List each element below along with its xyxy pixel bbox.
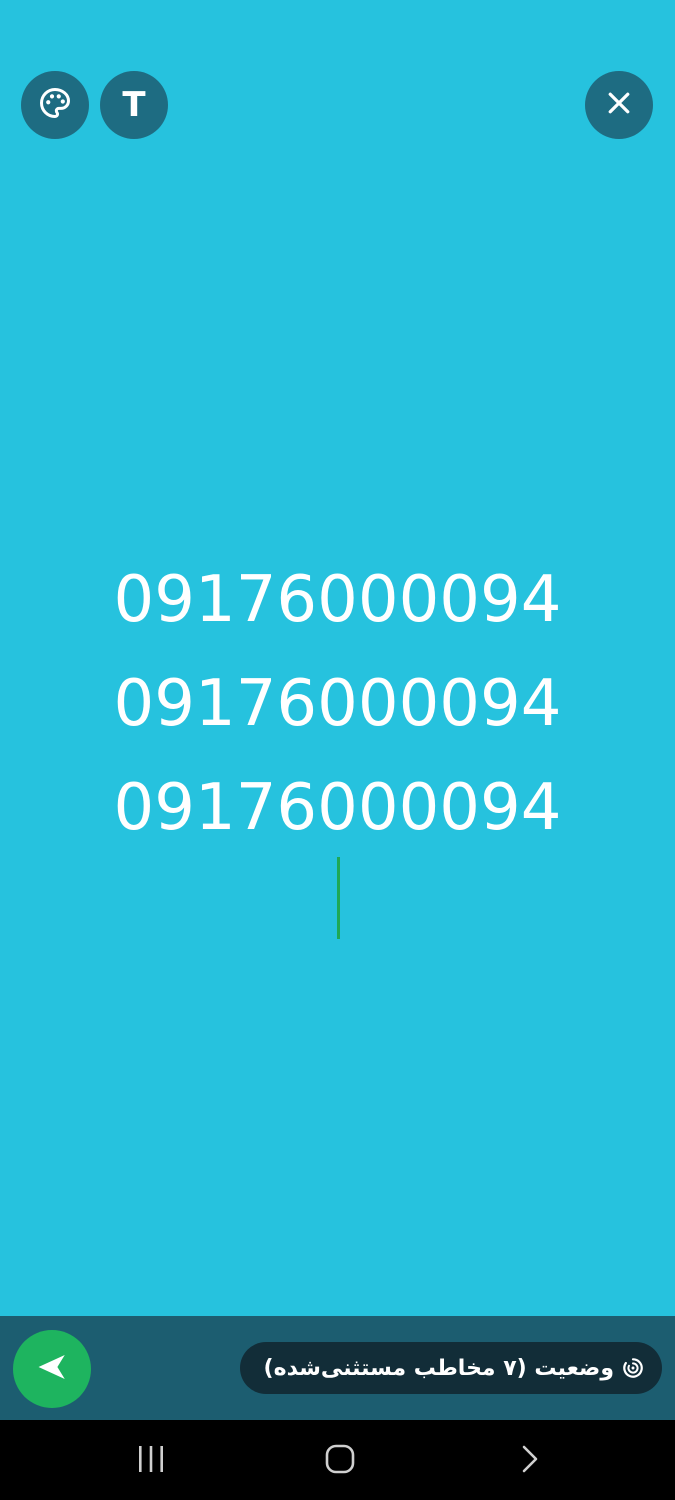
system-navigation-bar bbox=[0, 1420, 675, 1500]
color-palette-button[interactable] bbox=[21, 71, 89, 139]
status-privacy-label: وضعیت (۷ مخاطب مستثنی‌شده) bbox=[263, 1355, 614, 1381]
back-icon bbox=[520, 1444, 540, 1478]
status-privacy-icon bbox=[622, 1357, 644, 1379]
back-button[interactable] bbox=[500, 1438, 560, 1484]
status-text-line-3: 09176000094 bbox=[113, 771, 562, 845]
recents-icon bbox=[136, 1445, 166, 1477]
status-text-editor-screen: T 09176000094 09176000094 09176000094 وض… bbox=[0, 0, 675, 1500]
status-text-line-2: 09176000094 bbox=[113, 667, 562, 741]
text-status-canvas[interactable]: T 09176000094 09176000094 09176000094 bbox=[0, 0, 675, 1316]
home-button[interactable] bbox=[310, 1438, 370, 1484]
send-icon bbox=[35, 1350, 69, 1388]
palette-icon bbox=[37, 85, 73, 125]
bottom-action-bar: وضعیت (۷ مخاطب مستثنی‌شده) bbox=[0, 1316, 675, 1420]
home-icon bbox=[325, 1444, 355, 1478]
status-text-line-1: 09176000094 bbox=[113, 563, 562, 637]
recents-button[interactable] bbox=[121, 1438, 181, 1484]
status-text-content[interactable]: 09176000094 09176000094 09176000094 bbox=[0, 548, 675, 860]
text-cursor bbox=[337, 857, 340, 939]
text-style-button[interactable]: T bbox=[100, 71, 168, 139]
close-icon bbox=[604, 88, 634, 122]
close-button[interactable] bbox=[585, 71, 653, 139]
status-privacy-selector[interactable]: وضعیت (۷ مخاطب مستثنی‌شده) bbox=[240, 1342, 662, 1394]
send-button[interactable] bbox=[13, 1330, 91, 1408]
text-style-glyph: T bbox=[122, 85, 146, 125]
